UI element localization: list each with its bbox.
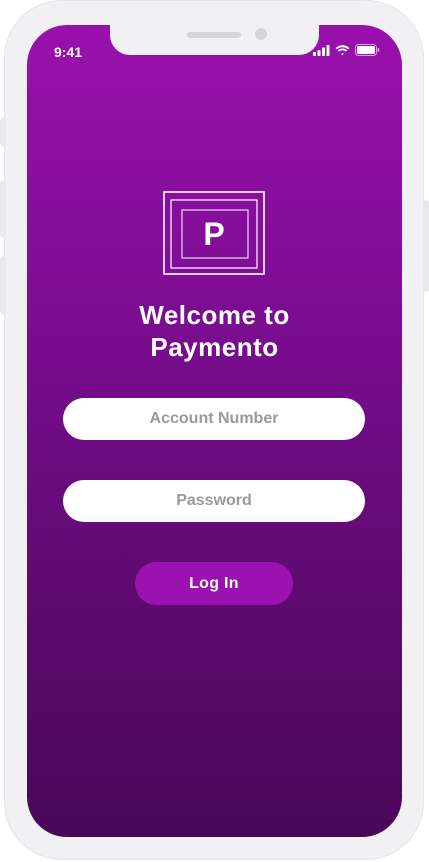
app-screen: 9:41 P Welcome to Paymento Account Numbe…	[27, 25, 402, 837]
notch	[110, 25, 319, 55]
cellular-signal-icon	[313, 44, 330, 56]
welcome-line-1: Welcome to	[139, 300, 290, 330]
volume-down-button	[0, 256, 6, 314]
paymento-logo: P	[163, 191, 265, 275]
volume-up-button	[0, 180, 6, 238]
logo-frame-icon: P	[163, 191, 265, 275]
power-button	[423, 200, 429, 292]
camera	[255, 28, 267, 40]
password-input[interactable]	[63, 480, 365, 522]
status-time: 9:41	[54, 44, 83, 60]
status-icons	[313, 44, 380, 56]
login-button[interactable]: Log In	[135, 562, 293, 605]
logo-letter: P	[203, 216, 224, 252]
wifi-icon	[335, 44, 350, 55]
speaker	[187, 32, 241, 38]
welcome-line-2: Paymento	[150, 332, 279, 362]
account-number-input[interactable]	[63, 398, 365, 440]
welcome-heading: Welcome to Paymento	[27, 299, 402, 363]
battery-icon	[355, 44, 380, 56]
mute-switch	[0, 118, 6, 146]
